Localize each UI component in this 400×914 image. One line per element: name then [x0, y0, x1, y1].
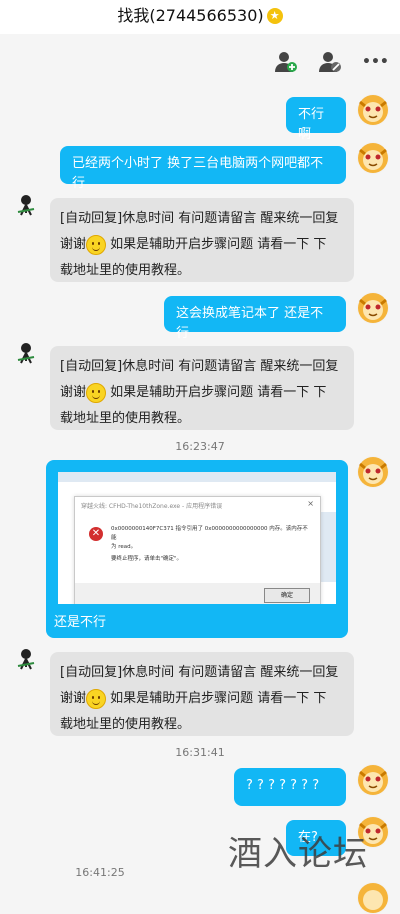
auto-reply-line: 谢谢 如果是辅助开启步骤问题 请看一下 下 [60, 232, 344, 258]
contact-avatar[interactable] [12, 340, 40, 372]
outgoing-message: ? ? ? ? ? ? ? [234, 768, 346, 806]
smiley-emoji-icon [86, 382, 107, 403]
smiley-emoji-icon [86, 234, 107, 255]
error-dialog-footer: 确定 [75, 583, 320, 604]
block-user-icon[interactable] [318, 50, 342, 74]
more-icon[interactable]: ••• [362, 50, 389, 74]
self-avatar[interactable] [357, 94, 389, 126]
star-icon: ★ [266, 7, 283, 24]
outgoing-message: 这会换成笔记本了 还是不行 [164, 296, 346, 341]
smiley-emoji-icon [86, 688, 107, 709]
self-avatar[interactable] [357, 292, 389, 324]
outgoing-message: 不行啊 [286, 97, 346, 142]
auto-reply-line: [自动回复]休息时间 有问题请留言 醒来统一回复 [60, 211, 339, 226]
auto-reply-line: [自动回复]休息时间 有问题请留言 醒来统一回复 [60, 359, 339, 374]
auto-reply-line: 载地址里的使用教程。 [60, 263, 191, 278]
auto-reply-line: 谢谢 如果是辅助开启步骤问题 请看一下 下 [60, 686, 344, 712]
self-avatar[interactable] [357, 764, 389, 796]
incoming-auto-reply: [自动回复]休息时间 有问题请留言 醒来统一回复 谢谢 如果是辅助开启步骤问题 … [50, 346, 354, 430]
auto-reply-line: 载地址里的使用教程。 [60, 717, 191, 732]
outgoing-message: 已经两个小时了 换了三台电脑两个网吧都不行 [60, 146, 346, 191]
chat-title: 找我(2744566530) [117, 6, 264, 25]
error-x-icon: ✕ [89, 527, 103, 541]
error-dialog: 穿越火线: CFHD-The10thZone.exe - 应用程序错误 × ✕ … [74, 496, 321, 604]
self-avatar[interactable] [357, 456, 389, 488]
error-screenshot[interactable]: 穿越火线: CFHD-The10thZone.exe - 应用程序错误 × ✕ … [58, 472, 336, 604]
self-avatar[interactable] [357, 142, 389, 174]
image-caption: 还是不行 [54, 615, 107, 630]
error-dialog-title: 穿越火线: CFHD-The10thZone.exe - 应用程序错误 [81, 503, 223, 510]
self-avatar[interactable] [357, 882, 389, 914]
timestamp: 16:31:41 [175, 746, 225, 759]
auto-reply-line: 载地址里的使用教程。 [60, 411, 191, 426]
background-window [320, 512, 336, 582]
incoming-auto-reply: [自动回复]休息时间 有问题请留言 醒来统一回复 谢谢 如果是辅助开启步骤问题 … [50, 198, 354, 282]
auto-reply-line: 谢谢 如果是辅助开启步骤问题 请看一下 下 [60, 380, 344, 406]
contact-avatar[interactable] [12, 646, 40, 678]
contact-avatar[interactable] [12, 192, 40, 224]
outgoing-image-message[interactable]: 穿越火线: CFHD-The10thZone.exe - 应用程序错误 × ✕ … [46, 460, 348, 638]
auto-reply-line: [自动回复]休息时间 有问题请留言 醒来统一回复 [60, 665, 339, 680]
timestamp: 16:23:47 [175, 440, 225, 453]
error-message: 0x0000000140F7C371 指令引用了 0x0000000000000… [111, 526, 308, 562]
incoming-auto-reply: [自动回复]休息时间 有问题请留言 醒来统一回复 谢谢 如果是辅助开启步骤问题 … [50, 652, 354, 736]
chat-title-bar: 找我(2744566530) ★ [0, 0, 400, 34]
background-window [58, 472, 336, 482]
close-icon: × [307, 499, 314, 508]
site-watermark: 酒入论坛 [228, 834, 368, 874]
ok-button: 确定 [264, 588, 310, 603]
chat-toolbar: ••• [274, 48, 389, 76]
add-friend-icon[interactable] [274, 50, 298, 74]
